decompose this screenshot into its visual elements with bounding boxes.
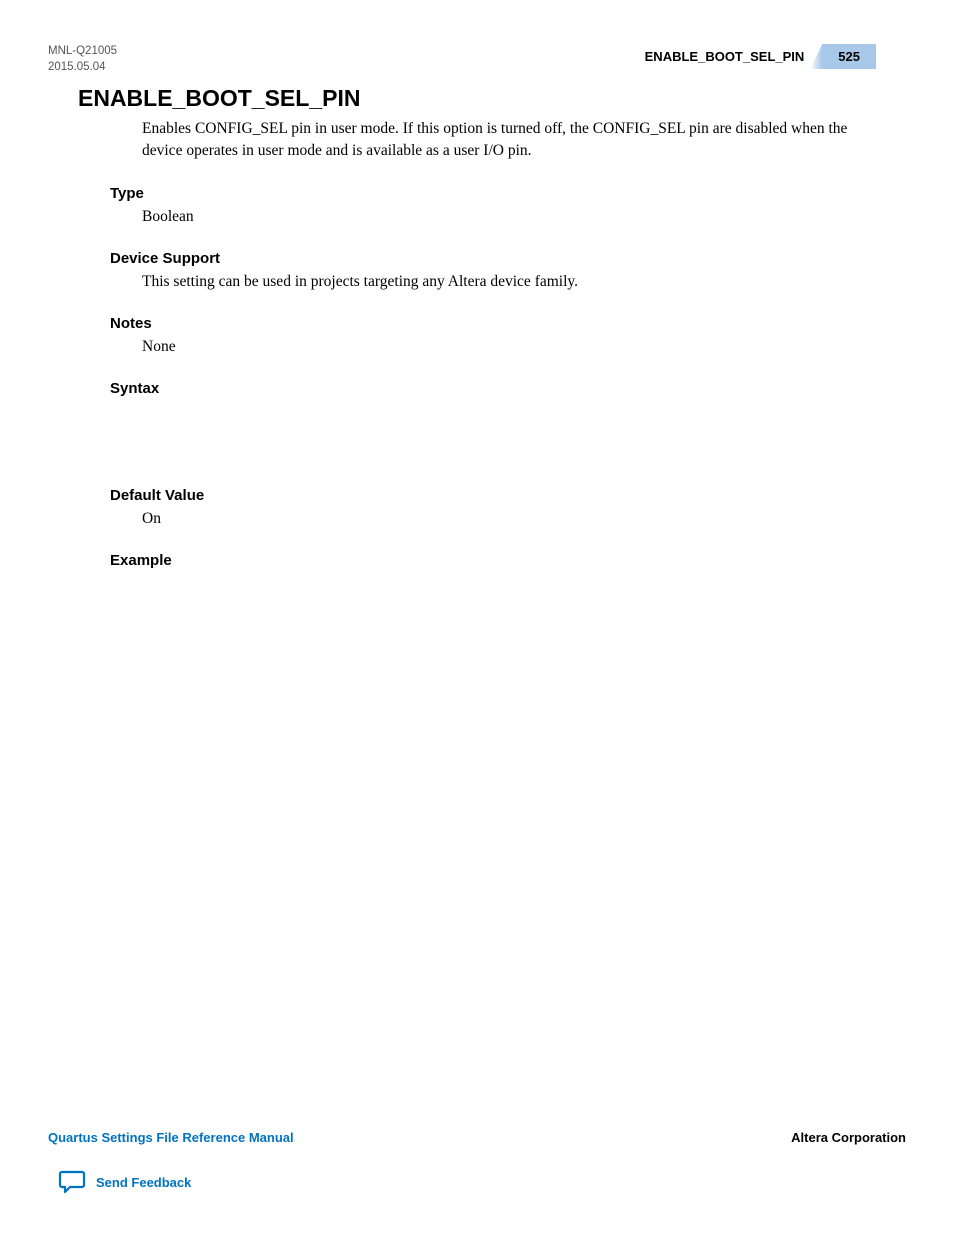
page-number-badge: 525 bbox=[822, 44, 876, 69]
header-topic: ENABLE_BOOT_SEL_PIN bbox=[645, 49, 805, 64]
section-heading-syntax: Syntax bbox=[110, 380, 876, 397]
section-default-value: Default Value On bbox=[78, 487, 876, 528]
section-type: Type Boolean bbox=[78, 185, 876, 226]
intro-paragraph: Enables CONFIG_SEL pin in user mode. If … bbox=[142, 118, 876, 161]
section-notes: Notes None bbox=[78, 315, 876, 356]
section-heading-notes: Notes bbox=[110, 315, 876, 332]
manual-title-link[interactable]: Quartus Settings File Reference Manual bbox=[48, 1130, 294, 1145]
main-title: ENABLE_BOOT_SEL_PIN bbox=[78, 85, 876, 112]
section-heading-device-support: Device Support bbox=[110, 250, 876, 267]
company-name: Altera Corporation bbox=[791, 1130, 906, 1145]
section-body-syntax bbox=[142, 403, 876, 463]
send-feedback-link[interactable]: Send Feedback bbox=[58, 1169, 191, 1195]
section-body-notes: None bbox=[142, 338, 876, 356]
section-body-type: Boolean bbox=[142, 208, 876, 226]
section-syntax: Syntax bbox=[78, 380, 876, 463]
header-right: ENABLE_BOOT_SEL_PIN 525 bbox=[645, 44, 876, 69]
section-body-device-support: This setting can be used in projects tar… bbox=[142, 273, 876, 291]
section-body-default-value: On bbox=[142, 510, 876, 528]
send-feedback-label: Send Feedback bbox=[96, 1175, 191, 1190]
section-heading-example: Example bbox=[110, 552, 876, 569]
section-example: Example bbox=[78, 552, 876, 569]
section-device-support: Device Support This setting can be used … bbox=[78, 250, 876, 291]
section-heading-default-value: Default Value bbox=[110, 487, 876, 504]
page-footer: Quartus Settings File Reference Manual A… bbox=[48, 1130, 906, 1145]
section-heading-type: Type bbox=[110, 185, 876, 202]
header-left: MNL-Q21005 2015.05.04 bbox=[48, 44, 117, 75]
speech-bubble-icon bbox=[58, 1169, 86, 1195]
document-date: 2015.05.04 bbox=[48, 60, 117, 76]
page-content: ENABLE_BOOT_SEL_PIN Enables CONFIG_SEL p… bbox=[78, 85, 876, 593]
document-id: MNL-Q21005 bbox=[48, 44, 117, 60]
page-header: MNL-Q21005 2015.05.04 ENABLE_BOOT_SEL_PI… bbox=[48, 44, 876, 75]
